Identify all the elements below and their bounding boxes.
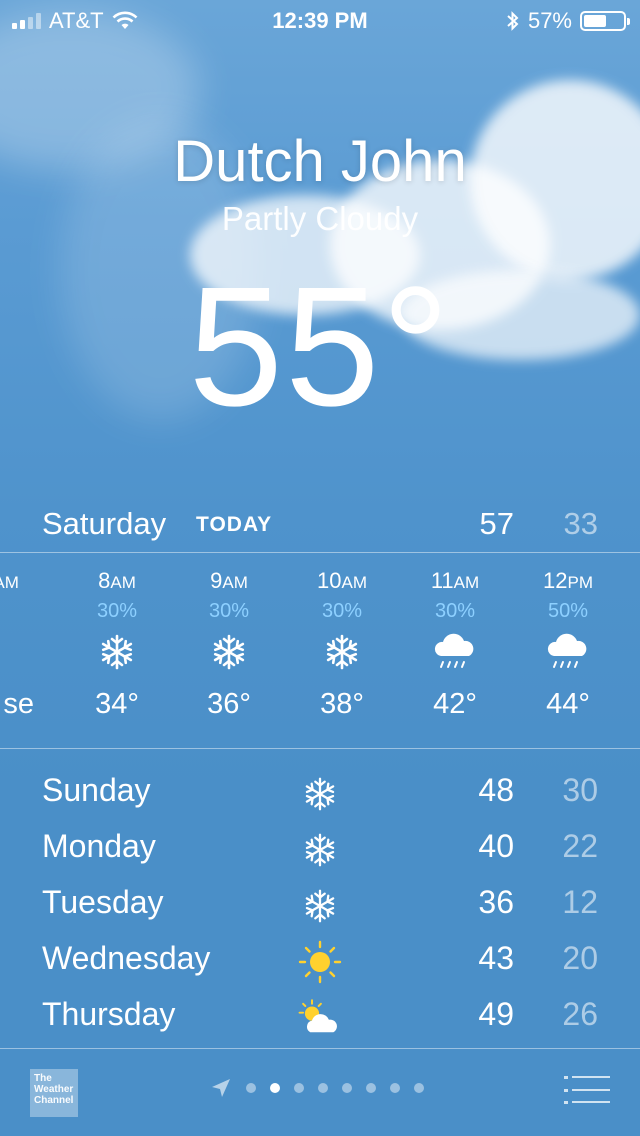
page-indicator[interactable] xyxy=(210,1077,424,1099)
day-low: 12 xyxy=(562,884,598,920)
hourly-item: 8AM 30% 34° xyxy=(57,556,177,721)
hour-time: 8 xyxy=(98,568,111,593)
hourly-item: 10AM 30% 38° xyxy=(282,556,402,721)
today-high: 57 xyxy=(479,506,514,541)
hourly-item: 9AM 30% 36° xyxy=(169,556,289,721)
partly-sunny-icon xyxy=(296,996,344,1040)
hour-temp: 44° xyxy=(546,688,590,720)
day-low: 20 xyxy=(562,940,598,976)
day-low: 22 xyxy=(562,828,598,864)
today-row: Saturday TODAY 57 33 xyxy=(0,500,640,552)
hour-temp: 38° xyxy=(320,688,364,720)
daily-row: Sunday 48 30 xyxy=(0,766,640,822)
bluetooth-icon xyxy=(507,11,519,31)
today-low: 33 xyxy=(563,506,598,541)
rain-cloud-icon xyxy=(395,624,515,680)
day-name: Wednesday xyxy=(42,940,211,976)
today-day: Saturday xyxy=(42,506,167,541)
page-dot xyxy=(366,1083,376,1093)
hour-suffix: AM xyxy=(0,573,19,592)
city-name: Dutch John xyxy=(173,129,467,194)
hour-time: 9 xyxy=(210,568,223,593)
snow-icon xyxy=(296,884,344,928)
day-high: 40 xyxy=(478,828,514,864)
snow-icon xyxy=(57,624,177,680)
status-right: 57% xyxy=(506,8,630,34)
divider xyxy=(0,552,640,553)
list-icon[interactable] xyxy=(564,1075,610,1105)
day-high: 49 xyxy=(478,996,514,1032)
sun-icon xyxy=(296,940,344,984)
precip-chance xyxy=(0,600,60,624)
hour-suffix: PM xyxy=(567,573,593,592)
snow-icon xyxy=(296,772,344,816)
today-label: TODAY xyxy=(196,513,273,536)
divider xyxy=(0,748,640,749)
daily-row: Wednesday 43 20 xyxy=(0,934,640,990)
hour-suffix: AM xyxy=(110,573,136,592)
page-dot xyxy=(246,1083,256,1093)
day-high: 36 xyxy=(478,884,514,920)
page-dot xyxy=(294,1083,304,1093)
daily-row: Monday 40 22 xyxy=(0,822,640,878)
day-name: Monday xyxy=(42,828,156,864)
page-dot xyxy=(390,1083,400,1093)
weather-channel-logo[interactable]: The Weather Channel xyxy=(30,1069,78,1117)
hourly-forecast[interactable]: 7AM se 8AM 30% 34° 9AM 30% 36° xyxy=(0,556,640,746)
hour-suffix: AM xyxy=(341,573,367,592)
day-low: 30 xyxy=(562,772,598,808)
precip-chance: 30% xyxy=(321,600,363,622)
day-name: Tuesday xyxy=(42,884,164,920)
page-dot xyxy=(318,1083,328,1093)
snow-icon xyxy=(282,624,402,680)
page-dot xyxy=(414,1083,424,1093)
partial-icon xyxy=(0,624,60,680)
day-high: 48 xyxy=(478,772,514,808)
precip-chance: 30% xyxy=(96,600,138,622)
hour-temp: 36° xyxy=(207,688,251,720)
hourly-item: 11AM 30% 42° xyxy=(395,556,515,721)
battery-percent: 57% xyxy=(527,8,572,33)
daily-forecast: Sunday 48 30 Monday 40 22 Tuesday 36 12 … xyxy=(0,766,640,1046)
current-condition: Partly Cloudy xyxy=(221,200,419,237)
location-arrow-icon xyxy=(212,1079,230,1097)
hour-suffix: AM xyxy=(222,573,248,592)
precip-chance: 30% xyxy=(434,600,476,622)
hour-temp: 34° xyxy=(95,688,139,720)
rain-cloud-icon xyxy=(508,624,628,680)
status-bar: AT&T 12:39 PM 57% xyxy=(0,0,640,40)
hour-time: 11 xyxy=(430,568,454,593)
hour-time: 12 xyxy=(543,568,568,593)
page-dot xyxy=(342,1083,352,1093)
hourly-item: 7AM se xyxy=(0,556,60,721)
bottom-bar: The Weather Channel xyxy=(0,1049,640,1136)
snow-icon xyxy=(296,828,344,872)
snow-icon xyxy=(169,624,289,680)
hourly-item: 12PM 50% 44° xyxy=(508,556,628,721)
precip-chance: 30% xyxy=(208,600,250,622)
hour-temp: 42° xyxy=(433,688,477,720)
current-temperature: 55° xyxy=(188,252,452,442)
day-name: Sunday xyxy=(42,772,151,808)
hour-time: 10 xyxy=(317,568,342,593)
hour-suffix: AM xyxy=(453,573,480,592)
daily-row: Tuesday 36 12 xyxy=(0,878,640,934)
precip-chance: 50% xyxy=(547,600,589,622)
day-low: 26 xyxy=(562,996,598,1032)
day-name: Thursday xyxy=(42,996,176,1032)
hour-temp: se xyxy=(3,688,34,720)
day-high: 43 xyxy=(478,940,514,976)
page-dot-active xyxy=(270,1083,280,1093)
battery-icon xyxy=(580,11,630,31)
daily-row: Thursday 49 26 xyxy=(0,990,640,1046)
